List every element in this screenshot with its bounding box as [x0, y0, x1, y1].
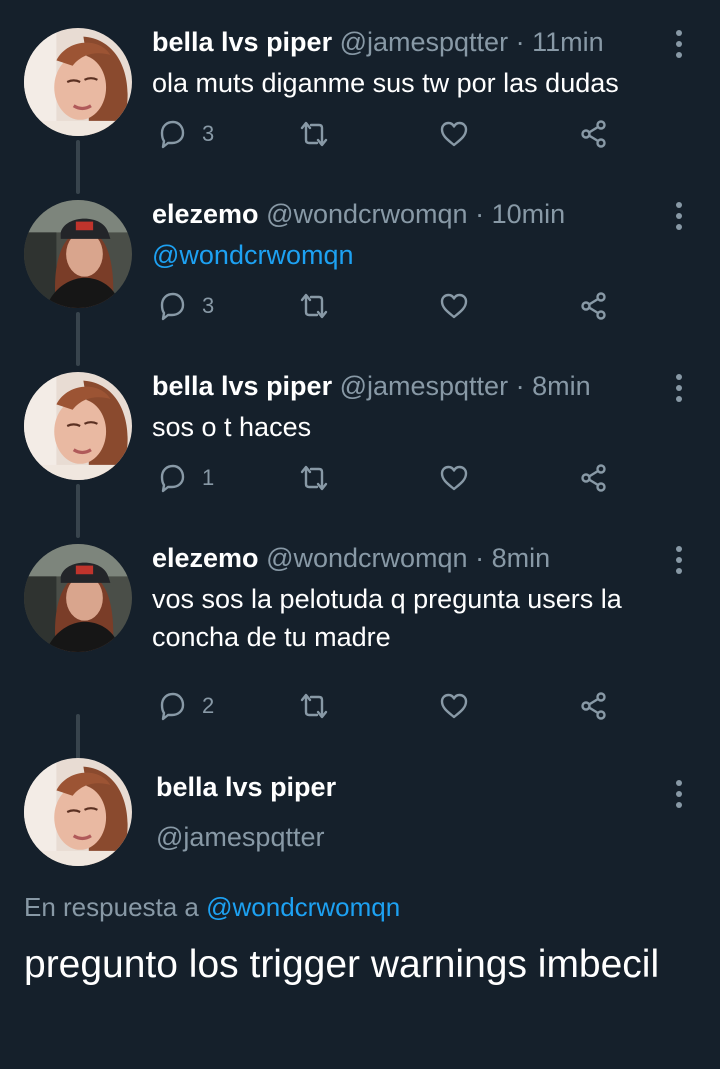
- like-button[interactable]: [438, 290, 470, 322]
- author-handle[interactable]: @wondcrwomqn: [266, 199, 468, 229]
- reply-context: En respuesta a @wondcrwomqn: [24, 892, 400, 923]
- tweet-text: vos sos la pelotuda q pregunta users la …: [152, 584, 622, 652]
- reply-icon: [156, 462, 188, 494]
- tweet-header: elezemo @wondcrwomqn · 8min: [152, 542, 550, 574]
- like-icon: [438, 690, 470, 722]
- share-button[interactable]: [578, 118, 610, 150]
- tweet-header: bella lvs piper @jamespqtter · 8min: [152, 370, 591, 402]
- reply-prefix: En respuesta a: [24, 892, 199, 922]
- retweet-icon: [298, 118, 330, 150]
- focused-author-handle[interactable]: @jamespqtter: [156, 822, 324, 853]
- reply-icon: [156, 290, 188, 322]
- reply-count: 2: [202, 693, 215, 718]
- timestamp[interactable]: 10min: [492, 199, 566, 229]
- author-name[interactable]: elezemo: [152, 543, 259, 573]
- retweet-icon: [298, 290, 330, 322]
- retweet-icon: [298, 690, 330, 722]
- like-button[interactable]: [438, 118, 470, 150]
- like-icon: [438, 462, 470, 494]
- avatar[interactable]: [24, 758, 132, 866]
- separator-dot: ·: [475, 543, 485, 573]
- tweet[interactable]: bella lvs piper @jamespqtter · 8min sos o…: [0, 344, 720, 538]
- reply-button[interactable]: 1: [156, 462, 214, 494]
- author-name[interactable]: bella lvs piper: [152, 27, 332, 57]
- avatar[interactable]: [24, 200, 132, 308]
- share-button[interactable]: [578, 462, 610, 494]
- more-options-icon[interactable]: [668, 544, 690, 576]
- retweet-button[interactable]: [298, 290, 330, 322]
- reply-count: 3: [202, 293, 215, 318]
- avatar[interactable]: [24, 28, 132, 136]
- reply-button[interactable]: 3: [156, 118, 214, 150]
- timestamp[interactable]: 11min: [532, 27, 604, 57]
- tweet[interactable]: elezemo @wondcrwomqn · 8min vos sos la pe…: [0, 516, 720, 766]
- author-handle[interactable]: @jamespqtter: [340, 371, 508, 401]
- tweet-text: sos o t haces: [152, 412, 312, 442]
- more-options-icon[interactable]: [668, 372, 690, 404]
- share-button[interactable]: [578, 290, 610, 322]
- share-button[interactable]: [578, 690, 610, 722]
- author-name[interactable]: elezemo: [152, 199, 259, 229]
- avatar[interactable]: [24, 544, 132, 652]
- share-icon: [578, 462, 610, 494]
- author-handle[interactable]: @jamespqtter: [340, 27, 508, 57]
- timestamp[interactable]: 8min: [532, 371, 591, 401]
- reply-to-link[interactable]: @wondcrwomqn: [206, 892, 400, 922]
- like-button[interactable]: [438, 690, 470, 722]
- tweet-text: @wondcrwomqn: [152, 240, 354, 270]
- reply-icon: [156, 118, 188, 150]
- more-options-icon[interactable]: [668, 28, 690, 60]
- avatar[interactable]: [24, 372, 132, 480]
- reply-count: 3: [202, 121, 215, 146]
- timestamp[interactable]: 8min: [492, 543, 551, 573]
- reply-button[interactable]: 3: [156, 290, 214, 322]
- author-name[interactable]: bella lvs piper: [152, 371, 332, 401]
- more-options-icon[interactable]: [668, 200, 690, 232]
- reply-count: 1: [202, 465, 215, 490]
- reply-icon: [156, 690, 188, 722]
- separator-dot: ·: [515, 371, 525, 401]
- author-handle[interactable]: @wondcrwomqn: [266, 543, 468, 573]
- separator-dot: ·: [475, 199, 485, 229]
- share-icon: [578, 690, 610, 722]
- reply-button[interactable]: 2: [156, 690, 214, 722]
- retweet-button[interactable]: [298, 118, 330, 150]
- more-options-icon[interactable]: [668, 778, 690, 810]
- focused-author-name[interactable]: bella lvs piper: [156, 772, 336, 803]
- tweet-text: ola muts diganme sus tw por las dudas: [152, 68, 619, 98]
- like-button[interactable]: [438, 462, 470, 494]
- share-icon: [578, 290, 610, 322]
- retweet-icon: [298, 462, 330, 494]
- share-icon: [578, 118, 610, 150]
- retweet-button[interactable]: [298, 462, 330, 494]
- like-icon: [438, 118, 470, 150]
- tweet[interactable]: bella lvs piper @jamespqtter · 11min ola …: [0, 0, 720, 194]
- like-icon: [438, 290, 470, 322]
- tweet-header: elezemo @wondcrwomqn · 10min: [152, 198, 565, 230]
- retweet-button[interactable]: [298, 690, 330, 722]
- tweet[interactable]: elezemo @wondcrwomqn · 10min @wondcrwomqn…: [0, 172, 720, 366]
- separator-dot: ·: [515, 27, 525, 57]
- tweet-header: bella lvs piper @jamespqtter · 11min: [152, 26, 604, 58]
- focused-tweet-text: pregunto los trigger warnings imbecil: [24, 943, 660, 986]
